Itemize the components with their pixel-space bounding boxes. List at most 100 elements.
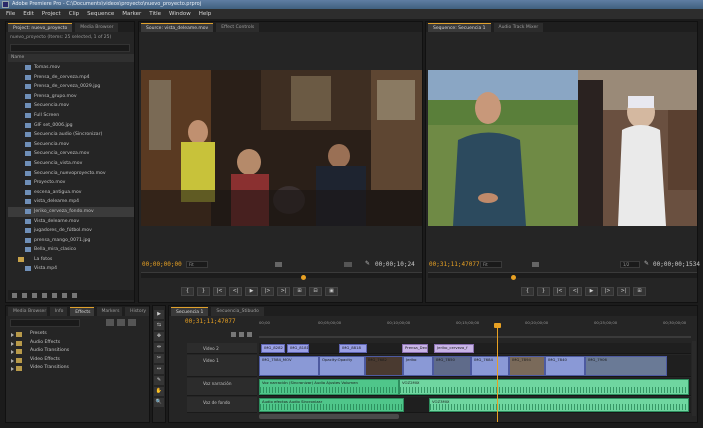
go-to-in-button[interactable]: |< [213,287,226,296]
effects-folder-audio-effects[interactable]: Audio Effects [10,339,145,348]
project-item[interactable]: prensa_mango_0071.jpg [8,236,134,246]
playback-resolution-select[interactable]: 1/2 [620,261,640,268]
selection-tool-icon[interactable]: ▶ [154,310,164,319]
find-icon[interactable] [42,292,47,298]
effects-folder-video-effects[interactable]: Video Effects [10,356,145,365]
track-v1[interactable]: IMG_7584_MOV Opacity:Opacity IMG_7682 Je… [259,355,691,377]
tab-effect-controls[interactable]: Effect Controls [216,23,260,32]
menu-window[interactable]: Window [169,11,191,17]
work-area-bar[interactable] [259,336,691,338]
column-header-name[interactable]: Name [8,54,134,62]
hand-tool-icon[interactable]: ✋ [154,387,164,396]
tab-history[interactable]: History [125,307,149,316]
new-item-icon[interactable] [62,292,67,298]
timeline-timecode[interactable]: 00;31;11;47077 [185,318,236,325]
zoom-tool-icon[interactable]: 🔍 [154,398,164,407]
menu-file[interactable]: File [6,11,15,17]
step-back-button[interactable]: <| [229,287,242,296]
project-item[interactable]: vista_deleame.mp4 [8,197,134,207]
clip[interactable]: IMG_7894 [509,356,545,376]
mark-out-button[interactable]: } [197,287,210,296]
effects-folder-video-transitions[interactable]: Video Transitions [10,364,145,373]
program-timecode-current[interactable]: 00;31;11;47077 [429,261,480,268]
play-button[interactable]: ▶ [585,287,598,296]
new-bin-icon[interactable] [52,292,57,298]
program-playhead[interactable] [511,275,516,280]
go-to-out-button[interactable]: >| [277,287,290,296]
project-item[interactable]: Prensa_de_cerveza.mp4 [8,73,134,83]
export-frame-button[interactable]: ▣ [325,287,338,296]
clip[interactable]: Jeriko [403,356,433,376]
mark-out-button[interactable]: } [537,287,550,296]
track-header-v1[interactable]: Video 1 [187,355,257,377]
effects-folder-audio-transitions[interactable]: Audio Transitions [10,347,145,356]
audio-clip[interactable]: VOZ3MIX [429,398,689,412]
project-item[interactable]: jugadores_de_fútbol.mov [8,226,134,236]
track-header-a2[interactable]: Voz de fondo [187,397,257,413]
audio-clip[interactable]: VOZ2MIX [399,379,689,395]
clip[interactable]: IMG_8181 [287,344,309,353]
project-item[interactable]: Tomas.mov [8,63,134,73]
go-to-in-button[interactable]: |< [553,287,566,296]
clip[interactable]: IMG_7850 [433,356,471,376]
tab-effects[interactable]: Effects [70,307,94,316]
expand-arrow-icon[interactable] [11,367,14,371]
clip[interactable]: IMG_7584_MOV [259,356,319,376]
tab-markers[interactable]: Markers [96,307,123,316]
project-item[interactable]: escena_antigua.mov [8,188,134,198]
project-item[interactable]: Secuencia.mov [8,140,134,150]
settings-icon[interactable] [275,262,282,267]
project-item[interactable]: Secuencia.mov [8,101,134,111]
tab-program[interactable]: Sequence: Secuencia 1 [428,23,491,32]
track-select-tool-icon[interactable]: ⇆ [154,321,164,330]
play-button[interactable]: ▶ [245,287,258,296]
tab-project[interactable]: Project: nuevo_proyecto [8,23,73,32]
program-video-frame[interactable] [428,70,697,226]
tab-source[interactable]: Source: vista_deleame.mov [141,23,214,32]
insert-button[interactable]: ⊞ [293,287,306,296]
trash-icon[interactable] [72,292,77,298]
razor-tool-icon[interactable]: ✂ [154,354,164,363]
source-fit-select[interactable] [344,262,352,267]
source-video-frame[interactable] [141,70,422,226]
menu-help[interactable]: Help [199,11,212,17]
link-icon[interactable] [247,332,252,337]
snap-icon[interactable] [231,332,236,337]
expand-arrow-icon[interactable] [11,341,14,346]
icon-view-icon[interactable] [22,292,27,298]
clip[interactable]: Prensa_Dev [402,344,428,353]
project-item[interactable]: Vista_deleame.mov [8,217,134,227]
program-scrub-bar[interactable] [428,272,697,278]
audio-clip[interactable]: Voz narración (Sincronizar) Audio Ajuste… [259,379,399,395]
project-item[interactable]: Jeriko_cerveza_fondo.mov [8,206,134,217]
project-item[interactable]: Prensa_grupo.mov [8,92,134,102]
track-header-v2[interactable]: Video 2 [187,343,257,354]
step-back-button[interactable]: <| [569,287,582,296]
clip[interactable]: Opacity:Opacity [319,356,365,376]
menu-clip[interactable]: Clip [69,11,79,17]
source-zoom-select[interactable]: Fit [186,261,208,268]
mark-in-button[interactable]: { [521,287,534,296]
tab-media-browser[interactable]: Media Browser [75,23,119,32]
project-item[interactable]: Vista.mp4 [8,264,134,274]
32bit-filter-icon[interactable] [117,319,125,326]
project-item[interactable]: Secuencia audio (Sincronizar) [8,130,134,140]
project-item[interactable]: Full Screen [8,111,134,121]
mark-in-button[interactable]: { [181,287,194,296]
tab-info[interactable]: Info [49,307,68,316]
tab-sequence-2[interactable]: Secuencia_Stibudo [211,307,264,316]
ripple-edit-tool-icon[interactable]: ✥ [154,332,164,341]
settings-icon[interactable] [532,262,539,267]
source-scrub-bar[interactable] [141,272,422,278]
effects-folder-presets[interactable]: Presets [10,330,145,339]
project-bin[interactable]: La fotos [8,255,134,265]
clip[interactable]: Jeriko_cerveza_f [434,344,474,353]
project-item[interactable]: Prensa_de_cerveza_0029.jpg [8,82,134,92]
project-item[interactable]: Bella_mira_clasico [8,245,134,255]
yuv-filter-icon[interactable] [128,319,136,326]
track-a1[interactable]: Voz narración (Sincronizar) Audio Ajuste… [259,378,691,396]
lift-button[interactable]: ⊞ [633,287,646,296]
list-view-icon[interactable] [12,292,17,298]
step-forward-button[interactable]: |> [601,287,614,296]
overwrite-button[interactable]: ⊟ [309,287,322,296]
